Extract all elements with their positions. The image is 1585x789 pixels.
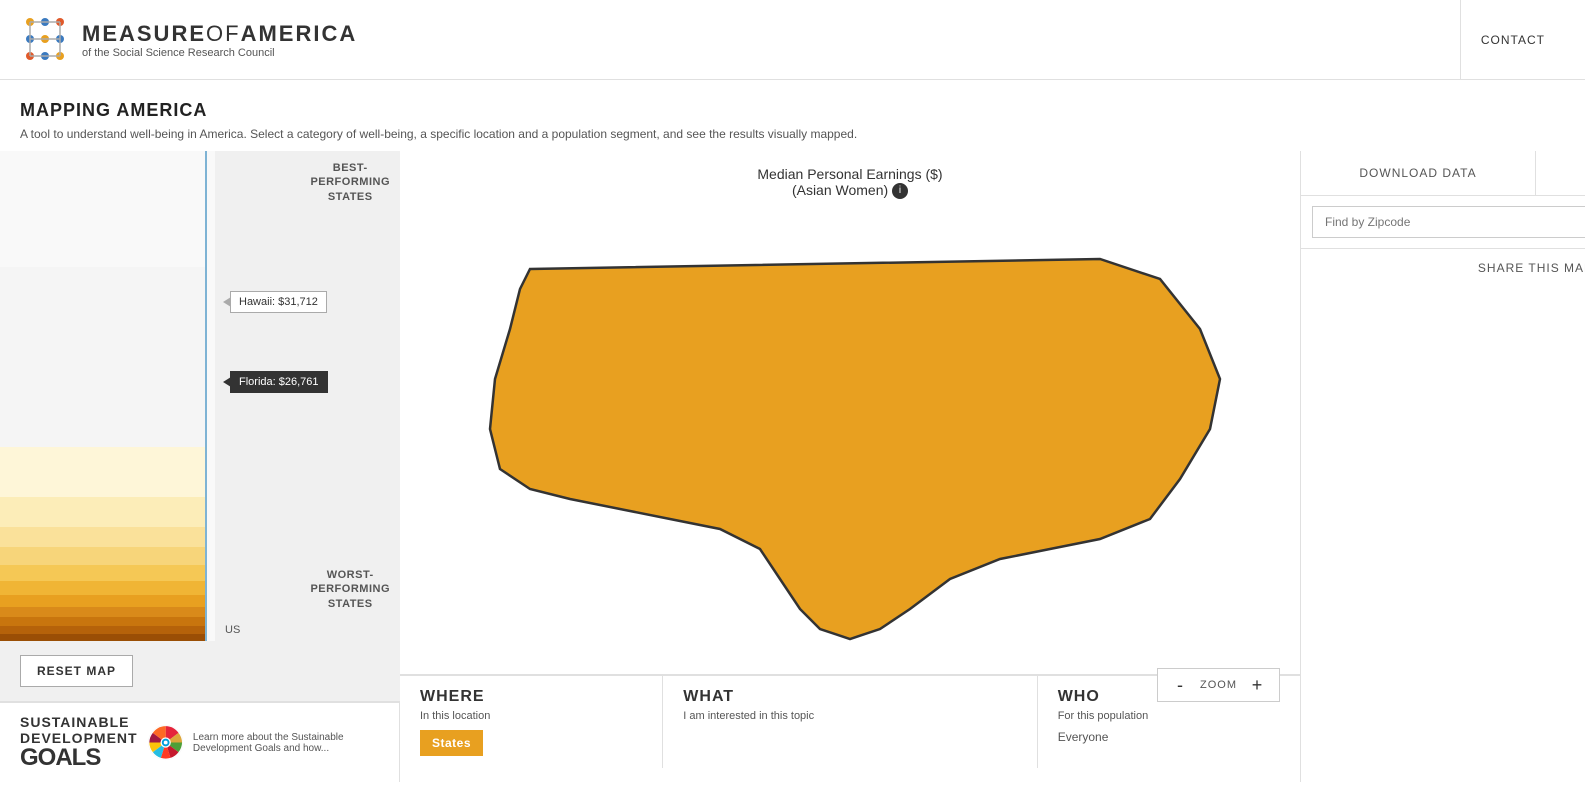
what-sublabel: I am interested in this topic (683, 710, 1016, 722)
zoom-controls: - ZOOM + (1157, 668, 1280, 702)
reset-area: RESET MAP (0, 641, 400, 701)
where-label: WHERE (420, 688, 642, 706)
bar-segment-5 (0, 595, 205, 607)
where-sublabel: In this location (420, 710, 642, 722)
bar-segment-6 (0, 581, 205, 595)
sdg-description: Learn more about the Sustainable Develop… (193, 732, 379, 754)
left-panel: BEST-PERFORMINGSTATES WORST-PERFORMINGST… (0, 151, 400, 782)
logo-subtitle: of the Social Science Research Council (82, 47, 357, 59)
tooltip-florida: Florida: $26,761 (230, 371, 328, 393)
bar-segment-3 (0, 617, 205, 626)
us-map-svg[interactable] (400, 229, 1300, 659)
logo-area: MEASUREOFAMERICA of the Social Science R… (20, 12, 357, 67)
tooltip-hawaii: Hawaii: $31,712 (230, 291, 327, 313)
sdg-wheel-icon (148, 715, 183, 770)
us-label: US (225, 624, 240, 636)
contact-button[interactable]: CONTACT (1460, 0, 1565, 80)
sdg-title-line3: GOALS (20, 746, 138, 770)
worst-performing-label: WORST-PERFORMINGSTATES (310, 568, 390, 611)
map-title: Median Personal Earnings ($) (Asian Wome… (400, 151, 1300, 214)
map-svg-container (400, 214, 1300, 674)
download-data-button[interactable]: DOWNLOAD DATA (1301, 151, 1536, 195)
what-section: WHAT I am interested in this topic (663, 676, 1037, 768)
sdg-title-line1: SUSTAINABLE (20, 715, 138, 730)
zoom-out-button[interactable]: - (1168, 673, 1192, 697)
bar-label-area: BEST-PERFORMINGSTATES WORST-PERFORMINGST… (215, 151, 400, 641)
logo-icon (20, 12, 70, 67)
right-panel: DOWNLOAD DATA TUTORIAL SHARE THIS MAP (1300, 151, 1585, 782)
bar-segment-10 (0, 497, 205, 527)
where-section: WHERE In this location States (400, 676, 663, 768)
chart-container: BEST-PERFORMINGSTATES WORST-PERFORMINGST… (0, 151, 400, 641)
zipcode-input[interactable] (1312, 206, 1585, 238)
who-value[interactable]: Everyone (1058, 730, 1280, 744)
bar-segment-11 (0, 447, 205, 497)
bar-segment-9 (0, 527, 205, 547)
share-map-button[interactable]: SHARE THIS MAP (1301, 248, 1585, 287)
main-content: BEST-PERFORMINGSTATES WORST-PERFORMINGST… (0, 151, 1585, 782)
bar-segment-1 (0, 634, 205, 641)
tutorial-button[interactable]: TUTORIAL (1536, 151, 1585, 195)
zoom-in-button[interactable]: + (1245, 673, 1269, 697)
bar-segment-12 (0, 267, 205, 447)
zoom-label: ZOOM (1200, 679, 1237, 691)
sdg-section: SUSTAINABLE DEVELOPMENT GOALS (0, 701, 400, 782)
map-title-line2: (Asian Women) i (415, 182, 1285, 199)
bar-segment-7 (0, 565, 205, 581)
info-icon[interactable]: i (892, 183, 908, 199)
logo-title: MEASUREOFAMERICA (82, 21, 357, 47)
map-area: Median Personal Earnings ($) (Asian Wome… (400, 151, 1300, 782)
us-marker-line (205, 151, 207, 641)
bar-segment-2 (0, 626, 205, 634)
page-title-area: MAPPING AMERICA A tool to understand wel… (0, 80, 1585, 151)
bar-segment-8 (0, 547, 205, 565)
sdg-text: SUSTAINABLE DEVELOPMENT GOALS (20, 715, 138, 770)
logo-text: MEASUREOFAMERICA of the Social Science R… (82, 21, 357, 59)
who-sublabel: For this population (1058, 710, 1280, 722)
bar-chart: BEST-PERFORMINGSTATES WORST-PERFORMINGST… (0, 151, 400, 641)
page-description: A tool to understand well-being in Ameri… (20, 127, 1565, 141)
reset-map-button[interactable]: RESET MAP (20, 655, 133, 687)
bar-segment-4 (0, 607, 205, 617)
bar-stack (0, 151, 205, 641)
bars-area (0, 151, 215, 641)
action-buttons: DOWNLOAD DATA TUTORIAL (1301, 151, 1585, 196)
right-panel-inner (1301, 196, 1585, 248)
page-title: MAPPING AMERICA (20, 100, 1565, 121)
map-title-line1: Median Personal Earnings ($) (415, 166, 1285, 182)
best-performing-label: BEST-PERFORMINGSTATES (310, 161, 390, 204)
what-label: WHAT (683, 688, 1016, 706)
header: MEASUREOFAMERICA of the Social Science R… (0, 0, 1585, 80)
where-value[interactable]: States (420, 730, 483, 756)
florida-shape[interactable] (490, 259, 1220, 639)
